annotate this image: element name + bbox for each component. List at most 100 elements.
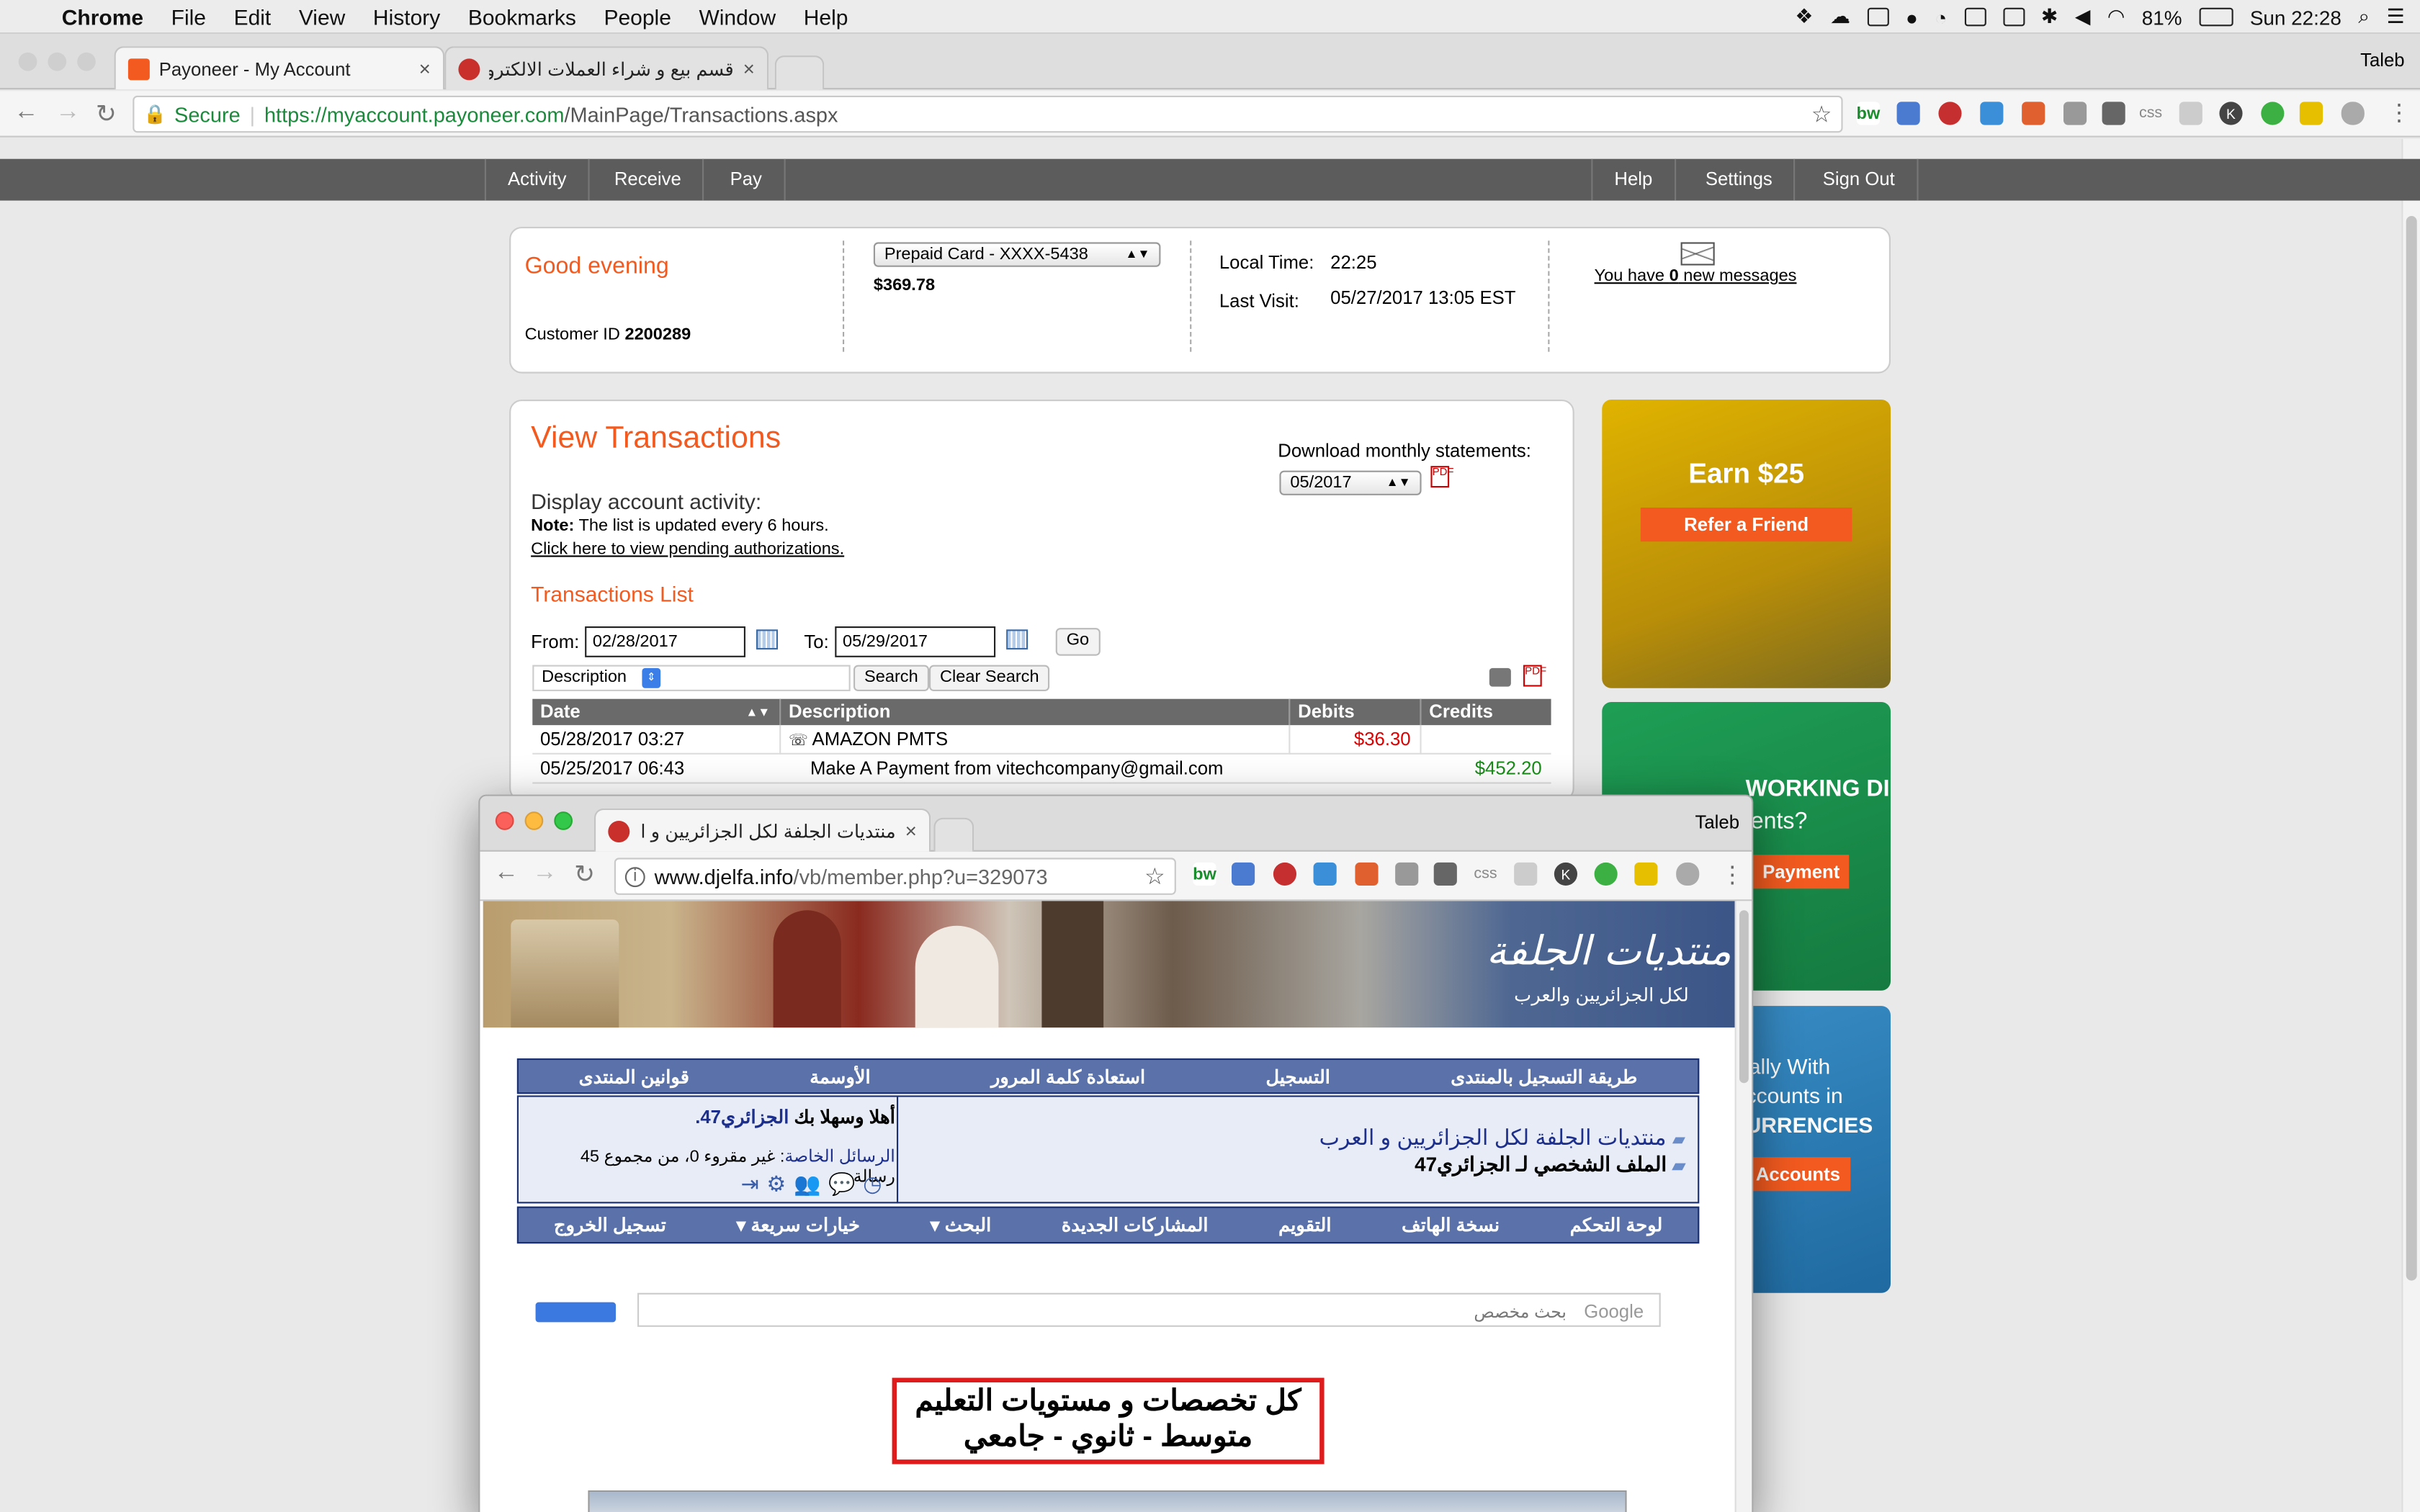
- nav-medals[interactable]: الأوسمة: [810, 1066, 870, 1087]
- nav-receive[interactable]: Receive: [593, 158, 704, 201]
- bookmark-star-icon[interactable]: ☆: [1144, 863, 1165, 890]
- print-icon[interactable]: [1489, 667, 1511, 687]
- h-status-icon[interactable]: [1963, 7, 1986, 27]
- menu-bookmarks[interactable]: Bookmarks: [468, 4, 576, 28]
- page-scrollbar[interactable]: [2401, 138, 2420, 1512]
- go-button[interactable]: Go: [1055, 628, 1101, 656]
- window-close-button[interactable]: [18, 52, 37, 71]
- nav-mobile[interactable]: نسخة الهاتف: [1402, 1214, 1500, 1236]
- pending-link[interactable]: Click here to view pending authorization…: [531, 540, 844, 559]
- bw-extension-icon[interactable]: bw: [1193, 862, 1216, 886]
- tab-close-icon[interactable]: ×: [743, 57, 755, 80]
- nav-quick-options[interactable]: خيارات سريعة ▾: [736, 1214, 860, 1236]
- back-icon[interactable]: ←: [494, 860, 519, 888]
- bookmark-star-icon[interactable]: ☆: [1811, 100, 1832, 127]
- volume-icon[interactable]: ◀: [2075, 4, 2090, 29]
- back-icon[interactable]: ←: [14, 99, 38, 127]
- notification-center-icon[interactable]: ☰: [2387, 4, 2405, 29]
- menu-view[interactable]: View: [299, 4, 345, 28]
- clock-icon[interactable]: ◷: [863, 1171, 882, 1197]
- nav-recover-password[interactable]: استعادة كلمة المرور: [991, 1066, 1145, 1087]
- refer-friend-button[interactable]: Refer a Friend: [1640, 508, 1852, 542]
- col-date[interactable]: Date ▲▼: [532, 698, 780, 726]
- table-row[interactable]: 05/25/2017 06:43 Make A Payment from vit…: [532, 755, 1551, 784]
- extension-icon[interactable]: [1395, 862, 1419, 886]
- new-tab-button[interactable]: [774, 55, 825, 90]
- profile-name[interactable]: Taleb: [2360, 50, 2404, 71]
- battery-percent[interactable]: 81%: [2142, 6, 2182, 29]
- extension-icon[interactable]: [1313, 862, 1337, 886]
- adblock-icon[interactable]: [1938, 102, 1962, 125]
- forum-logo[interactable]: منتديات الجلفة: [1487, 929, 1731, 975]
- username-link[interactable]: الجزائري47.: [695, 1106, 789, 1128]
- address-bar[interactable]: i www.djelfa.info/vb/member.php?u=329073…: [614, 858, 1176, 895]
- info-icon[interactable]: i: [624, 866, 645, 887]
- table-row[interactable]: 05/28/2017 03:27 ☏ AMAZON PMTS $36.30: [532, 725, 1551, 755]
- from-calendar-icon[interactable]: [756, 629, 778, 650]
- col-description[interactable]: Description: [779, 698, 1289, 726]
- forward-icon[interactable]: →: [55, 99, 80, 127]
- from-date-input[interactable]: 02/28/2017: [585, 626, 745, 657]
- search-button[interactable]: Search: [853, 665, 929, 691]
- cloud-icon[interactable]: ☁: [1830, 4, 1850, 29]
- nav-logout[interactable]: تسجيل الخروج: [554, 1214, 666, 1236]
- window-minimize-button[interactable]: [48, 52, 67, 71]
- dropbox-icon[interactable]: ❖: [1795, 4, 1813, 29]
- nav-settings[interactable]: Settings: [1684, 158, 1796, 201]
- clear-search-button[interactable]: Clear Search: [929, 665, 1050, 691]
- menu-dots-icon[interactable]: ⋮: [1721, 861, 1744, 888]
- reload-icon[interactable]: ↻: [574, 860, 595, 891]
- menu-dots-icon[interactable]: ⋮: [2388, 99, 2411, 126]
- nav-registration-guide[interactable]: طريقة التسجيل بالمنتدى: [1451, 1066, 1637, 1087]
- bluetooth-icon[interactable]: ✱: [2041, 4, 2058, 29]
- nav-activity[interactable]: Activity: [484, 158, 590, 201]
- evernote-icon[interactable]: ●: [1906, 6, 1918, 29]
- k-extension-icon[interactable]: K: [2219, 102, 2243, 125]
- tab-payoneer[interactable]: Payoneer - My Account ×: [114, 46, 445, 90]
- messages-link[interactable]: You have 0 new messages: [1595, 267, 1797, 286]
- bw-extension-icon[interactable]: bw: [1857, 102, 1880, 125]
- extension-icon[interactable]: [1355, 862, 1379, 886]
- menu-app-name[interactable]: Chrome: [62, 4, 143, 28]
- extension-icon[interactable]: [1594, 862, 1618, 886]
- logout-icon[interactable]: ⇥: [741, 1171, 759, 1197]
- app-status-icon[interactable]: [1867, 7, 1889, 27]
- settings-icon[interactable]: ⚙: [766, 1171, 786, 1197]
- forward-icon[interactable]: →: [532, 860, 557, 888]
- card-select[interactable]: Prepaid Card - XXXX-5438 ▲▼: [873, 242, 1161, 267]
- reload-icon[interactable]: ↻: [96, 99, 117, 130]
- statement-month-select[interactable]: 05/2017 ▲▼: [1279, 470, 1422, 495]
- messages-icon[interactable]: 💬: [828, 1171, 855, 1197]
- extension-icon[interactable]: [2179, 102, 2202, 125]
- pdf-download-icon[interactable]: PDF: [1430, 466, 1454, 488]
- nav-new-posts[interactable]: المشاركات الجديدة: [1062, 1214, 1209, 1236]
- education-banner[interactable]: كل تخصصات و مستويات التعليم متوسط - ثانو…: [892, 1377, 1325, 1464]
- col-credits[interactable]: Credits: [1420, 698, 1551, 726]
- new-tab-button[interactable]: [933, 817, 974, 852]
- css-extension-icon[interactable]: css: [2139, 102, 2162, 125]
- to-calendar-icon[interactable]: [1006, 629, 1028, 650]
- col-debits[interactable]: Debits: [1289, 698, 1420, 726]
- accounts-button[interactable]: Accounts: [1745, 1157, 1851, 1192]
- breadcrumb-forum[interactable]: ▰ منتديات الجلفة لكل الجزائريين و العرب: [1319, 1125, 1685, 1151]
- add-friend-icon[interactable]: 👥: [794, 1171, 820, 1197]
- extension-icon[interactable]: [1634, 862, 1658, 886]
- shield-extension-icon[interactable]: [1676, 862, 1700, 886]
- google-search-input[interactable]: Google بحث مخصص: [637, 1292, 1661, 1327]
- nav-help[interactable]: Help: [1591, 158, 1676, 201]
- nav-pay[interactable]: Pay: [709, 158, 786, 201]
- download-extension-icon[interactable]: [1433, 862, 1457, 886]
- tab-djelfa[interactable]: قسم بيع و شراء العملات الالكترونية - منت…: [444, 46, 769, 90]
- tab-close-icon[interactable]: ×: [905, 819, 917, 842]
- pm-link[interactable]: الرسائل الخاصة: [784, 1148, 895, 1166]
- nav-search[interactable]: البحث ▾: [931, 1214, 992, 1236]
- download-extension-icon[interactable]: [2102, 102, 2125, 125]
- extension-icon[interactable]: [1514, 862, 1538, 886]
- nav-register[interactable]: التسجيل: [1265, 1066, 1330, 1087]
- promo-refer[interactable]: Earn $25 Refer a Friend: [1602, 400, 1891, 688]
- address-bar[interactable]: 🔒 Secure | https://myaccount.payoneer.co…: [133, 95, 1843, 133]
- nav-calendar[interactable]: التقويم: [1278, 1214, 1331, 1236]
- google-search-button[interactable]: [535, 1302, 616, 1323]
- tab-djelfa[interactable]: منتديات الجلفة لكل الجزائريين و العرب - …: [594, 808, 931, 852]
- css-extension-icon[interactable]: css: [1474, 863, 1497, 886]
